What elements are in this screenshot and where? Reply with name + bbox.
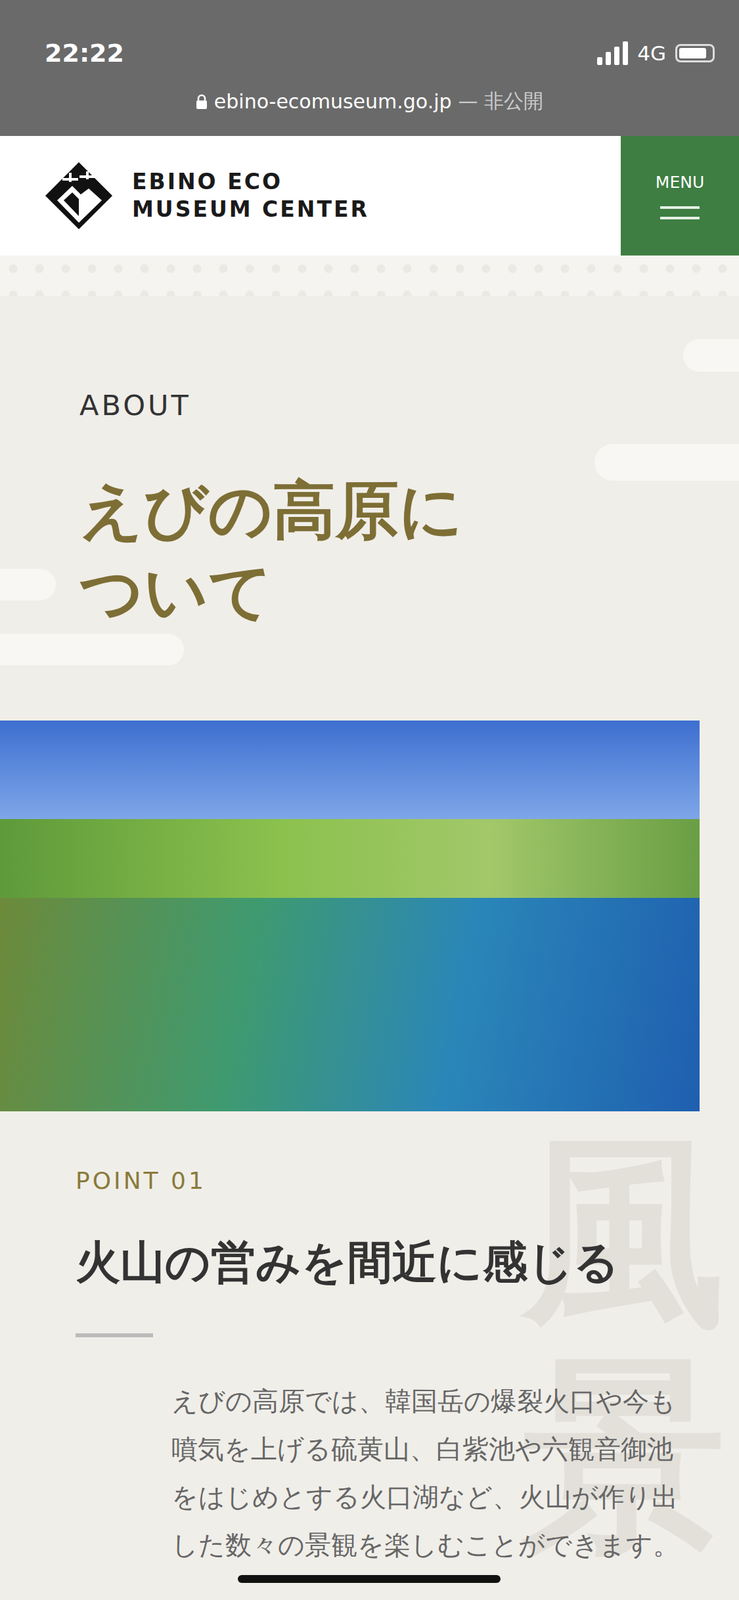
point-label: POINT 01	[75, 1165, 739, 1197]
logo-text: MUSEUM CENTER	[132, 195, 370, 224]
signal-icon	[597, 41, 628, 66]
cloud-decoration	[0, 568, 56, 601]
lake-photo	[0, 720, 700, 1112]
url: ebino-ecomuseum.go.jp	[214, 89, 452, 113]
clock: 22:22	[44, 38, 125, 68]
site-header: EBINO ECOMUSEUM CENTER MENU	[0, 135, 739, 256]
point-body: えびの高原では、韓国岳の爆裂火口や今も噴気を上げる硫黄山、白紫池や六観音御池をは…	[171, 1377, 688, 1570]
cloud-decoration	[0, 633, 184, 666]
section-eyebrow: ABOUT	[79, 388, 739, 423]
about-section: 風景ABOUTえびの高原についてPOINT 01火山の営みを間近に感じるえびの高…	[0, 296, 739, 1570]
pattern-band	[0, 255, 739, 297]
home-indicator	[237, 1575, 501, 1584]
logo[interactable]: EBINO ECOMUSEUM CENTER	[0, 135, 370, 256]
page: 22:22 4G ebino-ecomuseum.go.jp— 非公開 EBINO E…	[0, 0, 739, 1600]
status-bar: 22:22 4G ebino-ecomuseum.go.jp— 非公開	[0, 0, 739, 136]
lock-icon	[195, 93, 208, 110]
cloud-decoration	[594, 444, 739, 481]
battery-icon	[675, 44, 715, 63]
menu-button[interactable]: MENU	[620, 135, 739, 256]
logo-icon	[42, 159, 115, 232]
url-suffix: — 非公開	[458, 88, 544, 115]
section-title: えびの高原について	[79, 469, 739, 633]
hamburger-icon	[660, 206, 700, 220]
address-bar[interactable]: ebino-ecomuseum.go.jp— 非公開	[0, 88, 739, 115]
divider	[75, 1333, 154, 1338]
cloud-decoration	[683, 338, 739, 372]
network-label: 4G	[637, 41, 667, 66]
point-heading: 火山の営みを間近に感じる	[75, 1232, 739, 1293]
logo-text: EBINO ECO	[132, 168, 370, 196]
